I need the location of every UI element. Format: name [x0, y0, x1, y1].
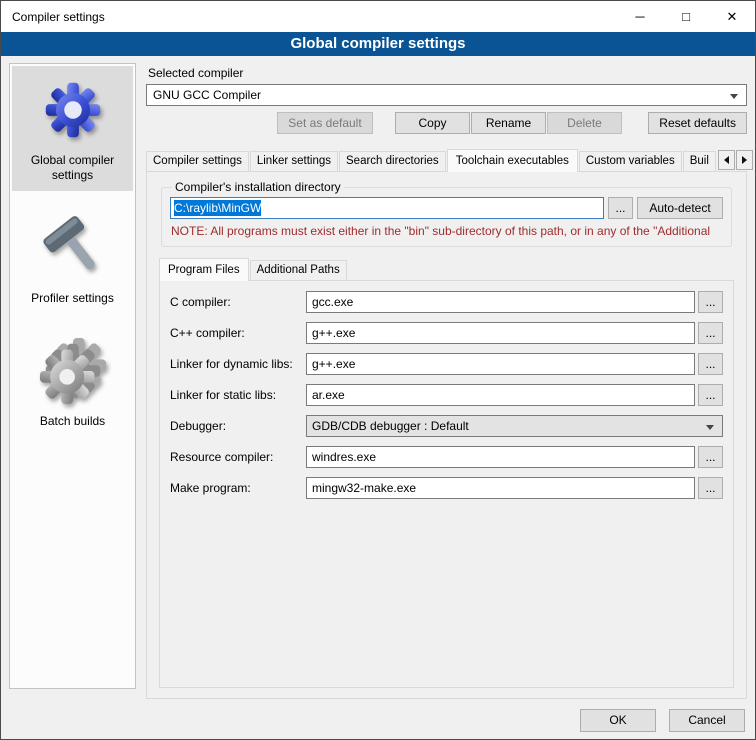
make-program-input[interactable]	[306, 477, 695, 499]
minimize-button[interactable]: ─	[617, 1, 663, 32]
tab-program-files[interactable]: Program Files	[159, 258, 249, 281]
tab-scroll-right-button[interactable]	[736, 150, 753, 170]
chevron-down-icon	[706, 425, 714, 430]
tab-additional-paths[interactable]: Additional Paths	[250, 260, 347, 280]
make-program-label: Make program:	[170, 481, 306, 495]
sidebar-item-profiler-settings[interactable]: Profiler settings	[12, 204, 133, 314]
close-button[interactable]: ✕	[709, 1, 755, 32]
debugger-label: Debugger:	[170, 419, 306, 433]
rename-button[interactable]: Rename	[471, 112, 546, 134]
auto-detect-button[interactable]: Auto-detect	[637, 197, 723, 219]
compiler-select-value: GNU GCC Compiler	[153, 88, 261, 102]
static-linker-label: Linker for static libs:	[170, 388, 306, 402]
tab-custom-variables[interactable]: Custom variables	[579, 151, 682, 171]
reset-defaults-button[interactable]: Reset defaults	[648, 112, 747, 134]
c-compiler-input[interactable]	[306, 291, 695, 313]
dialog-banner-title: Global compiler settings	[1, 32, 755, 56]
compiler-select[interactable]: GNU GCC Compiler	[146, 84, 747, 106]
dynamic-linker-label: Linker for dynamic libs:	[170, 357, 306, 371]
static-linker-browse-button[interactable]: ...	[698, 384, 723, 406]
resource-compiler-label: Resource compiler:	[170, 450, 306, 464]
cpp-compiler-label: C++ compiler:	[170, 326, 306, 340]
tab-build-options[interactable]: Buil	[683, 151, 716, 171]
dialog-footer: OK Cancel	[580, 709, 745, 732]
chevron-down-icon	[730, 94, 738, 99]
tab-scroll-controls	[717, 150, 753, 170]
sidebar-item-label: Profiler settings	[31, 291, 114, 306]
c-compiler-label: C compiler:	[170, 295, 306, 309]
programs-tabstrip: Program Files Additional Paths	[159, 257, 734, 280]
resource-compiler-input[interactable]	[306, 446, 695, 468]
field-row: Resource compiler: ...	[170, 446, 723, 468]
install-dir-browse-button[interactable]: ...	[608, 197, 633, 219]
sidebar-item-global-compiler-settings[interactable]: Global compiler settings	[12, 66, 133, 191]
cpp-compiler-browse-button[interactable]: ...	[698, 322, 723, 344]
compiler-settings-dialog: Compiler settings ─ □ ✕ Global compiler …	[0, 0, 756, 740]
dynamic-linker-input[interactable]	[306, 353, 695, 375]
hammer-icon	[38, 213, 108, 283]
field-row: Debugger: GDB/CDB debugger : Default	[170, 415, 723, 437]
install-dir-input[interactable]: C:\raylib\MinGW	[170, 197, 604, 219]
debugger-select-value: GDB/CDB debugger : Default	[312, 419, 469, 433]
tab-compiler-settings[interactable]: Compiler settings	[146, 151, 249, 171]
install-dir-group: Compiler's installation directory C:\ray…	[161, 180, 732, 247]
sidebar-item-label: Global compiler settings	[14, 153, 131, 183]
make-program-browse-button[interactable]: ...	[698, 477, 723, 499]
c-compiler-browse-button[interactable]: ...	[698, 291, 723, 313]
field-row: Make program: ...	[170, 477, 723, 499]
window-title: Compiler settings	[1, 10, 105, 24]
install-dir-note: NOTE: All programs must exist either in …	[171, 224, 723, 238]
cancel-button[interactable]: Cancel	[669, 709, 745, 732]
tab-search-directories[interactable]: Search directories	[339, 151, 446, 171]
blue-gear-icon	[38, 75, 108, 145]
toolchain-executables-panel: Compiler's installation directory C:\ray…	[146, 171, 747, 699]
main-settings-area: Selected compiler GNU GCC Compiler Set a…	[146, 63, 747, 699]
tab-toolchain-executables[interactable]: Toolchain executables	[447, 149, 578, 172]
field-row: Linker for dynamic libs: ...	[170, 353, 723, 375]
dynamic-linker-browse-button[interactable]: ...	[698, 353, 723, 375]
install-dir-selected-text: C:\raylib\MinGW	[174, 200, 261, 216]
field-row: C++ compiler: ...	[170, 322, 723, 344]
ok-button[interactable]: OK	[580, 709, 656, 732]
compiler-actions: Set as default Copy Rename Delete Reset …	[146, 112, 747, 134]
tab-scroll-left-button[interactable]	[718, 150, 735, 170]
program-files-panel: C compiler: ... C++ compiler: ... Linker…	[159, 280, 734, 688]
install-dir-row: C:\raylib\MinGW ... Auto-detect	[170, 197, 723, 219]
set-as-default-button[interactable]: Set as default	[277, 112, 373, 134]
settings-category-list: Global compiler settings Profiler settin…	[9, 63, 136, 689]
static-linker-input[interactable]	[306, 384, 695, 406]
sidebar-item-batch-builds[interactable]: Batch builds	[12, 327, 133, 437]
install-dir-group-title: Compiler's installation directory	[172, 180, 344, 194]
right-arrow-icon	[742, 156, 747, 164]
selected-compiler-label: Selected compiler	[148, 66, 747, 80]
tab-linker-settings[interactable]: Linker settings	[250, 151, 338, 171]
copy-button[interactable]: Copy	[395, 112, 470, 134]
cpp-compiler-input[interactable]	[306, 322, 695, 344]
left-arrow-icon	[724, 156, 729, 164]
field-row: Linker for static libs: ...	[170, 384, 723, 406]
titlebar[interactable]: Compiler settings ─ □ ✕	[1, 1, 755, 32]
sidebar-item-label: Batch builds	[40, 414, 105, 429]
gear-stack-icon	[38, 336, 108, 406]
window-controls: ─ □ ✕	[617, 1, 755, 32]
delete-button[interactable]: Delete	[547, 112, 622, 134]
maximize-button[interactable]: □	[663, 1, 709, 32]
dialog-content: Global compiler settings Profiler settin…	[1, 56, 755, 739]
resource-compiler-browse-button[interactable]: ...	[698, 446, 723, 468]
settings-tabstrip: Compiler settings Linker settings Search…	[146, 148, 747, 171]
debugger-select[interactable]: GDB/CDB debugger : Default	[306, 415, 723, 437]
field-row: C compiler: ...	[170, 291, 723, 313]
